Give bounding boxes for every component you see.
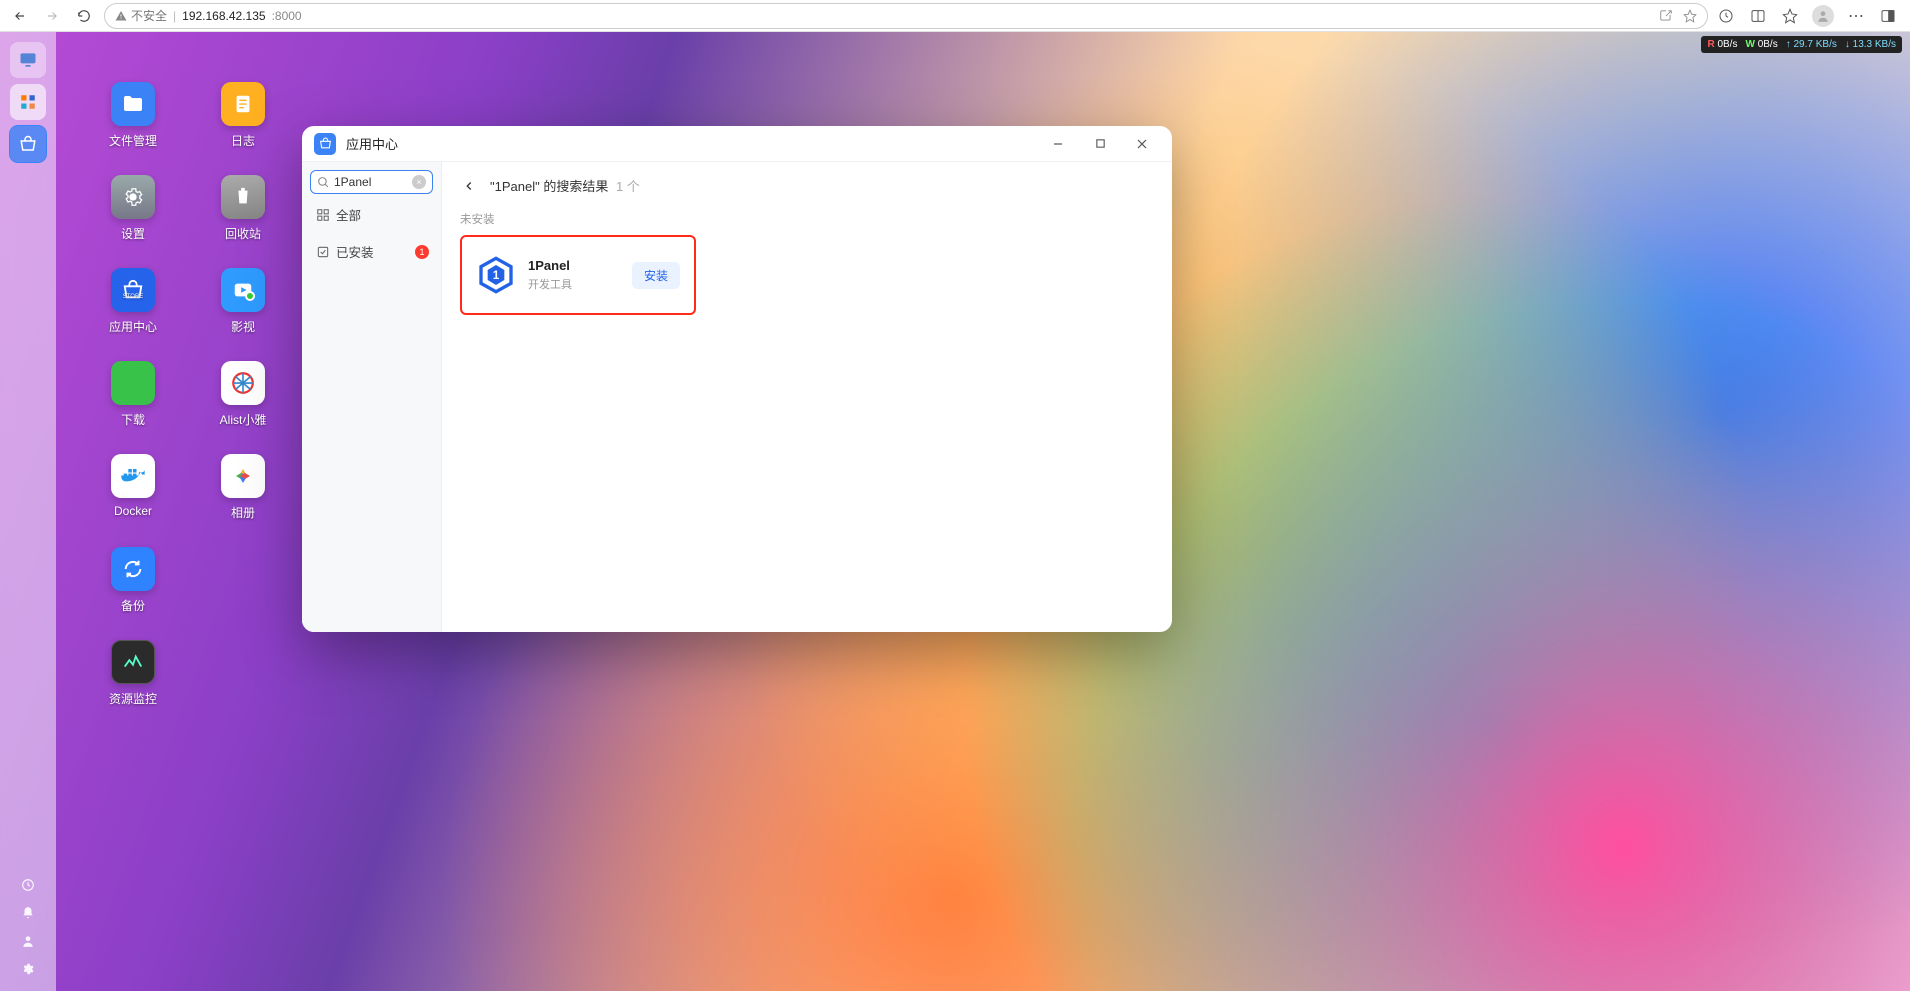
window-titlebar[interactable]: 应用中心 bbox=[302, 126, 1172, 162]
dock-item-monitor[interactable] bbox=[10, 42, 46, 78]
results-back-button[interactable] bbox=[460, 177, 478, 195]
install-button[interactable]: 安装 bbox=[632, 262, 680, 289]
network-stats: R 0B/s W 0B/s ↑ 29.7 KB/s ↓ 13.3 KB/s bbox=[1701, 36, 1902, 53]
app-center-icon bbox=[314, 133, 336, 155]
dock-notification-icon[interactable] bbox=[20, 905, 36, 921]
url-host: 192.168.42.135 bbox=[182, 9, 265, 23]
sidebar-label-all: 全部 bbox=[336, 205, 361, 224]
grid-icon bbox=[316, 208, 330, 222]
dock-item-grid[interactable] bbox=[10, 84, 46, 120]
desktop-icon-trash[interactable]: 回收站 bbox=[188, 175, 298, 242]
address-bar[interactable]: 不安全 | 192.168.42.135:8000 bbox=[104, 3, 1708, 29]
desktop-icon-alist[interactable]: Alist小雅 bbox=[188, 361, 298, 428]
desktop-wallpaper: R 0B/s W 0B/s ↑ 29.7 KB/s ↓ 13.3 KB/s 文件… bbox=[0, 32, 1910, 991]
more-icon[interactable]: ⋯ bbox=[1846, 6, 1866, 26]
security-label: 不安全 bbox=[131, 7, 167, 24]
left-dock bbox=[0, 32, 56, 991]
sidebar-item-all[interactable]: 全部 bbox=[310, 198, 433, 231]
svg-text:1: 1 bbox=[493, 269, 500, 282]
desktop-icon-media[interactable]: 影视 bbox=[188, 268, 298, 335]
search-input[interactable] bbox=[334, 175, 408, 189]
reload-button[interactable] bbox=[72, 4, 96, 28]
extensions-icon[interactable] bbox=[1716, 6, 1736, 26]
dock-dashboard-icon[interactable] bbox=[20, 877, 36, 893]
desktop-icon-docker[interactable]: Docker bbox=[78, 454, 188, 521]
browser-toolbar: 不安全 | 192.168.42.135:8000 ⋯ bbox=[0, 0, 1910, 32]
share-icon[interactable] bbox=[1659, 9, 1673, 23]
window-title: 应用中心 bbox=[346, 134, 398, 153]
panel-toggle-icon[interactable] bbox=[1878, 6, 1898, 26]
profile-avatar[interactable] bbox=[1812, 5, 1834, 27]
browser-right-controls: ⋯ bbox=[1716, 5, 1902, 27]
forward-button[interactable] bbox=[40, 4, 64, 28]
sidebar-item-installed[interactable]: 已安装 1 bbox=[310, 235, 433, 268]
desktop-icon-backup[interactable]: 备份 bbox=[78, 547, 188, 614]
desktop-icon-album[interactable]: 相册 bbox=[188, 454, 298, 521]
search-icon bbox=[317, 176, 330, 189]
app-sidebar: × 全部 已安装 1 bbox=[302, 162, 442, 632]
sidebar-label-installed: 已安装 bbox=[336, 242, 374, 261]
results-title: "1Panel" 的搜索结果 1 个 bbox=[490, 176, 640, 195]
search-result-card[interactable]: 1 1Panel 开发工具 安装 bbox=[460, 235, 696, 315]
installed-icon bbox=[316, 245, 330, 259]
url-port: :8000 bbox=[272, 9, 302, 23]
desktop-icon-file-manager[interactable]: 文件管理 bbox=[78, 82, 188, 149]
app-content: "1Panel" 的搜索结果 1 个 未安装 1 1Panel 开发工具 安装 bbox=[442, 162, 1172, 632]
search-box[interactable]: × bbox=[310, 170, 433, 194]
desktop-icon-monitor[interactable]: 资源监控 bbox=[78, 640, 188, 707]
dock-item-store[interactable] bbox=[10, 126, 46, 162]
dock-user-icon[interactable] bbox=[20, 933, 36, 949]
app-logo-1panel: 1 bbox=[476, 255, 516, 295]
dock-settings-icon[interactable] bbox=[20, 961, 36, 977]
star-icon[interactable] bbox=[1683, 9, 1697, 23]
security-warning-icon: 不安全 bbox=[115, 7, 167, 24]
section-not-installed: 未安装 bbox=[460, 211, 1154, 227]
app-center-window: 应用中心 × 全部 已安装 bbox=[302, 126, 1172, 632]
desktop-icon-log[interactable]: 日志 bbox=[188, 82, 298, 149]
desktop-icon-download[interactable]: 下载 bbox=[78, 361, 188, 428]
split-icon[interactable] bbox=[1748, 6, 1768, 26]
close-button[interactable] bbox=[1124, 130, 1160, 158]
result-app-category: 开发工具 bbox=[528, 276, 620, 292]
result-app-name: 1Panel bbox=[528, 258, 620, 273]
favorites-icon[interactable] bbox=[1780, 6, 1800, 26]
desktop-icon-grid: 文件管理 日志 设置 回收站 STORE应用中心 影视 下载 Alist小雅 D… bbox=[78, 82, 298, 707]
back-button[interactable] bbox=[8, 4, 32, 28]
minimize-button[interactable] bbox=[1040, 130, 1076, 158]
clear-search-button[interactable]: × bbox=[412, 175, 426, 189]
desktop-icon-app-center[interactable]: STORE应用中心 bbox=[78, 268, 188, 335]
desktop-icon-settings[interactable]: 设置 bbox=[78, 175, 188, 242]
maximize-button[interactable] bbox=[1082, 130, 1118, 158]
installed-badge: 1 bbox=[415, 245, 429, 259]
